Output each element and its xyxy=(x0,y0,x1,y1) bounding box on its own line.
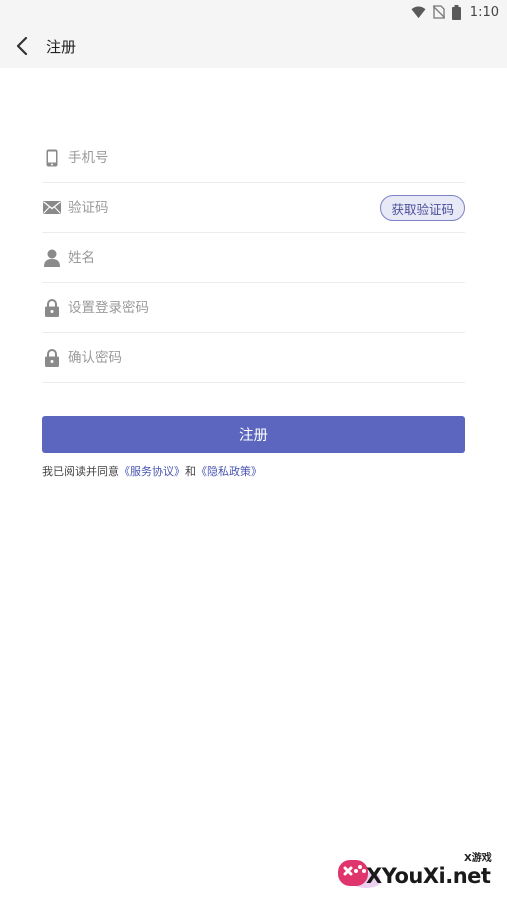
chevron-left-icon xyxy=(16,37,28,55)
user-icon xyxy=(42,248,62,268)
get-code-button[interactable]: 获取验证码 xyxy=(380,195,465,221)
app-bar: 注册 xyxy=(0,24,507,68)
phone-icon xyxy=(42,148,62,168)
confirm-row xyxy=(42,333,465,383)
register-form: 获取验证码 xyxy=(42,133,465,383)
status-bar: 1:10 xyxy=(0,0,507,24)
page-title: 注册 xyxy=(46,37,77,56)
code-row: 获取验证码 xyxy=(42,183,465,233)
watermark: X游戏 XYouXi.net xyxy=(336,846,502,900)
status-time: 1:10 xyxy=(469,4,499,20)
battery-icon xyxy=(451,4,461,20)
name-input[interactable] xyxy=(68,242,465,273)
register-button[interactable]: 注册 xyxy=(42,416,465,453)
wifi-icon xyxy=(411,6,426,18)
service-agreement-link[interactable]: 《服务协议》 xyxy=(119,465,185,478)
lock-icon xyxy=(42,298,62,318)
no-sim-icon xyxy=(432,5,445,19)
agreement-prefix: 我已阅读并同意 xyxy=(42,465,119,478)
password-input[interactable] xyxy=(68,292,465,323)
agreement-conjunction: 和 xyxy=(185,465,196,478)
privacy-policy-link[interactable]: 《隐私政策》 xyxy=(196,465,262,478)
name-row xyxy=(42,233,465,283)
back-button[interactable] xyxy=(0,24,44,68)
mail-icon xyxy=(42,198,62,218)
phone-row xyxy=(42,133,465,183)
watermark-text: XYouXi.net xyxy=(366,864,491,888)
agreement-text: 我已阅读并同意《服务协议》和《隐私政策》 xyxy=(42,463,262,479)
confirm-password-input[interactable] xyxy=(68,342,465,373)
watermark-small-text: X游戏 xyxy=(464,853,492,864)
lock-icon xyxy=(42,348,62,368)
password-row xyxy=(42,283,465,333)
phone-input[interactable] xyxy=(68,142,465,173)
